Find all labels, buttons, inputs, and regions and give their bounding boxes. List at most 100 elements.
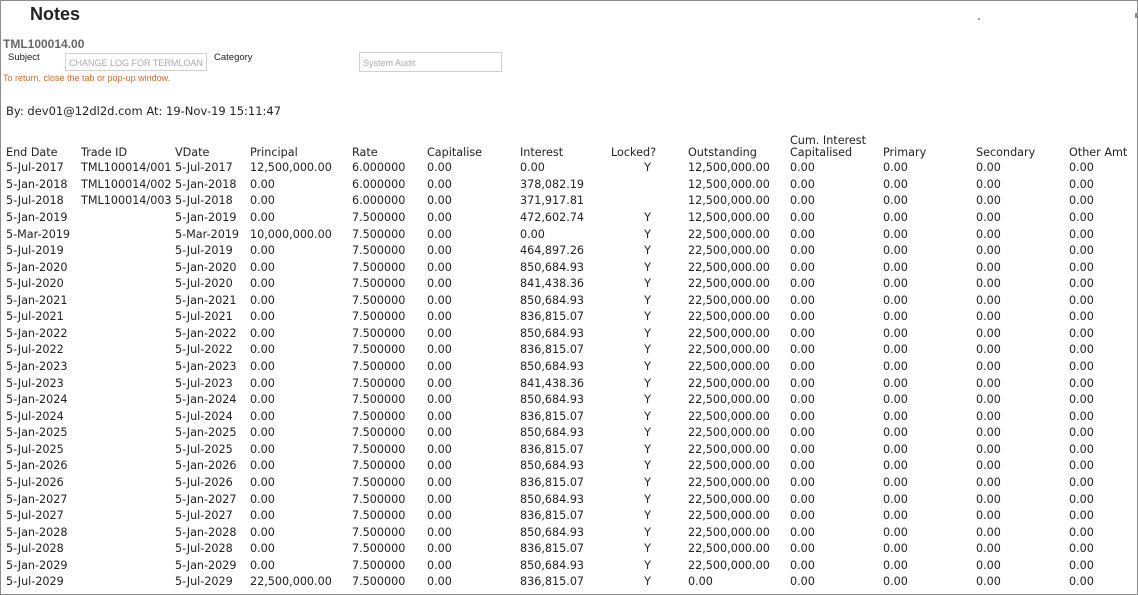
table-row: 5-Jul-2023 5-Jul-2023 0.00 7.500000 0.00 841,… (4, 375, 1137, 392)
table-cell: Y (644, 360, 651, 374)
table-cell: 0.00 (976, 194, 1001, 208)
table-cell: 0.00 (790, 525, 815, 539)
column-header: Primary (883, 146, 927, 159)
table-row: 5-Mar-2019 5-Mar-2019 10,000,000.00 7.50000… (4, 226, 1137, 243)
table-cell: 0.00 (427, 194, 452, 208)
table-cell: 0.00 (1069, 459, 1094, 473)
table-cell: 0.00 (790, 177, 815, 191)
table-cell (79, 342, 173, 359)
table-cell: 0.00 (427, 310, 452, 324)
table-cell: 6.000000 (352, 194, 406, 208)
table-cell: 0.00 (883, 525, 908, 539)
table-cell (79, 508, 173, 525)
table-cell: 850,684.93 (520, 426, 585, 440)
table-cell: 0.00 (427, 393, 452, 407)
table-cell: 850,684.93 (520, 492, 585, 506)
table-cell (79, 226, 173, 243)
table-cell: 0.00 (883, 326, 908, 340)
table-cell: 0.00 (427, 475, 452, 489)
table-cell: 0.00 (883, 426, 908, 440)
table-cell: Y (644, 575, 651, 589)
table-cell: 0.00 (250, 310, 275, 324)
table-cell: 0.00 (427, 525, 452, 539)
table-cell: 850,684.93 (520, 525, 585, 539)
table-cell (609, 193, 686, 210)
table-cell: 0.00 (250, 326, 275, 340)
table-row: 5-Jul-2024 5-Jul-2024 0.00 7.500000 0.00 836,… (4, 408, 1137, 425)
table-row: 5-Jan-2026 5-Jan-2026 0.00 7.500000 0.00 850,… (4, 458, 1137, 475)
table-cell: 12,500,000.00 (688, 161, 770, 175)
table-cell (79, 326, 173, 343)
table-cell: 5-Jan-2026 (175, 459, 237, 473)
table-cell: 0.00 (976, 442, 1001, 456)
table-cell: 0.00 (427, 227, 452, 241)
table-cell: 7.500000 (352, 376, 406, 390)
table-cell: 5-Jul-2027 (175, 509, 233, 523)
table-cell: 0.00 (1069, 475, 1094, 489)
table-cell: 0.00 (250, 343, 275, 357)
table-cell: 0.00 (250, 210, 275, 224)
table-cell: 0.00 (1069, 210, 1094, 224)
table-cell: 0.00 (883, 575, 908, 589)
table-cell: 22,500,000.00 (688, 475, 770, 489)
table-row: 5-Jan-2024 5-Jan-2024 0.00 7.500000 0.00 850,… (4, 392, 1137, 409)
table-cell: 0.00 (883, 509, 908, 523)
table-cell: 0.00 (1069, 426, 1094, 440)
table-cell: Y (644, 210, 651, 224)
category-label: Category (214, 52, 253, 63)
table-row: 5-Jul-2019 5-Jul-2019 0.00 7.500000 0.00 464,… (4, 243, 1137, 260)
column-header: Locked? (611, 146, 657, 159)
table-cell (79, 259, 173, 276)
table-cell: 22,500,000.00 (688, 326, 770, 340)
table-row: 5-Jan-2027 5-Jan-2027 0.00 7.500000 0.00 850,… (4, 491, 1137, 508)
table-cell: 0.00 (250, 393, 275, 407)
table-cell: 22,500,000.00 (688, 343, 770, 357)
table-cell: 850,684.93 (520, 293, 585, 307)
table-cell: 464,897.26 (520, 244, 585, 258)
table-cell: 0.00 (427, 376, 452, 390)
table-cell: 0.00 (976, 326, 1001, 340)
table-row: 5-Jul-2029 5-Jul-2029 22,500,000.00 7.50000… (4, 574, 1137, 591)
table-cell: 0.00 (1069, 442, 1094, 456)
category-field[interactable]: System Audit (359, 52, 502, 72)
table-cell: 0.00 (976, 575, 1001, 589)
table-cell: 12,500,000.00 (688, 194, 770, 208)
table-cell: 0.00 (427, 277, 452, 291)
table-cell: 5-Mar-2019 (6, 227, 71, 241)
table-cell: Y (644, 326, 651, 340)
return-hint: To return, close the tab or pop-up windo… (3, 73, 171, 83)
table-cell: 0.00 (883, 177, 908, 191)
table-cell: 0.00 (976, 525, 1001, 539)
column-header: Interest (520, 146, 564, 159)
table-cell: 0.00 (250, 244, 275, 258)
table-cell: 7.500000 (352, 525, 406, 539)
table-cell: 10,000,000.00 (250, 227, 332, 241)
table-cell: 0.00 (250, 194, 275, 208)
table-cell: 5-Jul-2024 (175, 409, 233, 423)
table-cell: 0.00 (883, 293, 908, 307)
table-cell: 7.500000 (352, 343, 406, 357)
subject-field[interactable]: CHANGE LOG FOR TERMLOAN (65, 53, 207, 71)
table-cell: 5-Jul-2025 (175, 442, 233, 456)
table-cell: 0.00 (790, 277, 815, 291)
table-cell (79, 243, 173, 260)
table-cell: 850,684.93 (520, 393, 585, 407)
table-cell: 5-Jan-2024 (175, 393, 237, 407)
table-cell: 22,500,000.00 (688, 376, 770, 390)
table-cell: 5-Jul-2025 (6, 442, 64, 456)
table-cell: Y (644, 525, 651, 539)
table-cell: 0.00 (427, 558, 452, 572)
table-cell: 0.00 (883, 475, 908, 489)
table-cell: 5-Jan-2026 (6, 459, 68, 473)
table-cell: 5-Jan-2018 (175, 177, 237, 191)
table-cell: 0.00 (1069, 277, 1094, 291)
table-cell: 0.00 (790, 310, 815, 324)
table-cell: 0.00 (427, 177, 452, 191)
table-cell: 0.00 (790, 227, 815, 241)
table-row: 5-Jan-2021 5-Jan-2021 0.00 7.500000 0.00 850,… (4, 293, 1137, 310)
table-cell: 0.00 (976, 409, 1001, 423)
table-cell: 22,500,000.00 (688, 558, 770, 572)
table-cell: 0.00 (790, 244, 815, 258)
table-cell: 5-Jul-2017 (175, 161, 233, 175)
table-cell: 0.00 (790, 558, 815, 572)
